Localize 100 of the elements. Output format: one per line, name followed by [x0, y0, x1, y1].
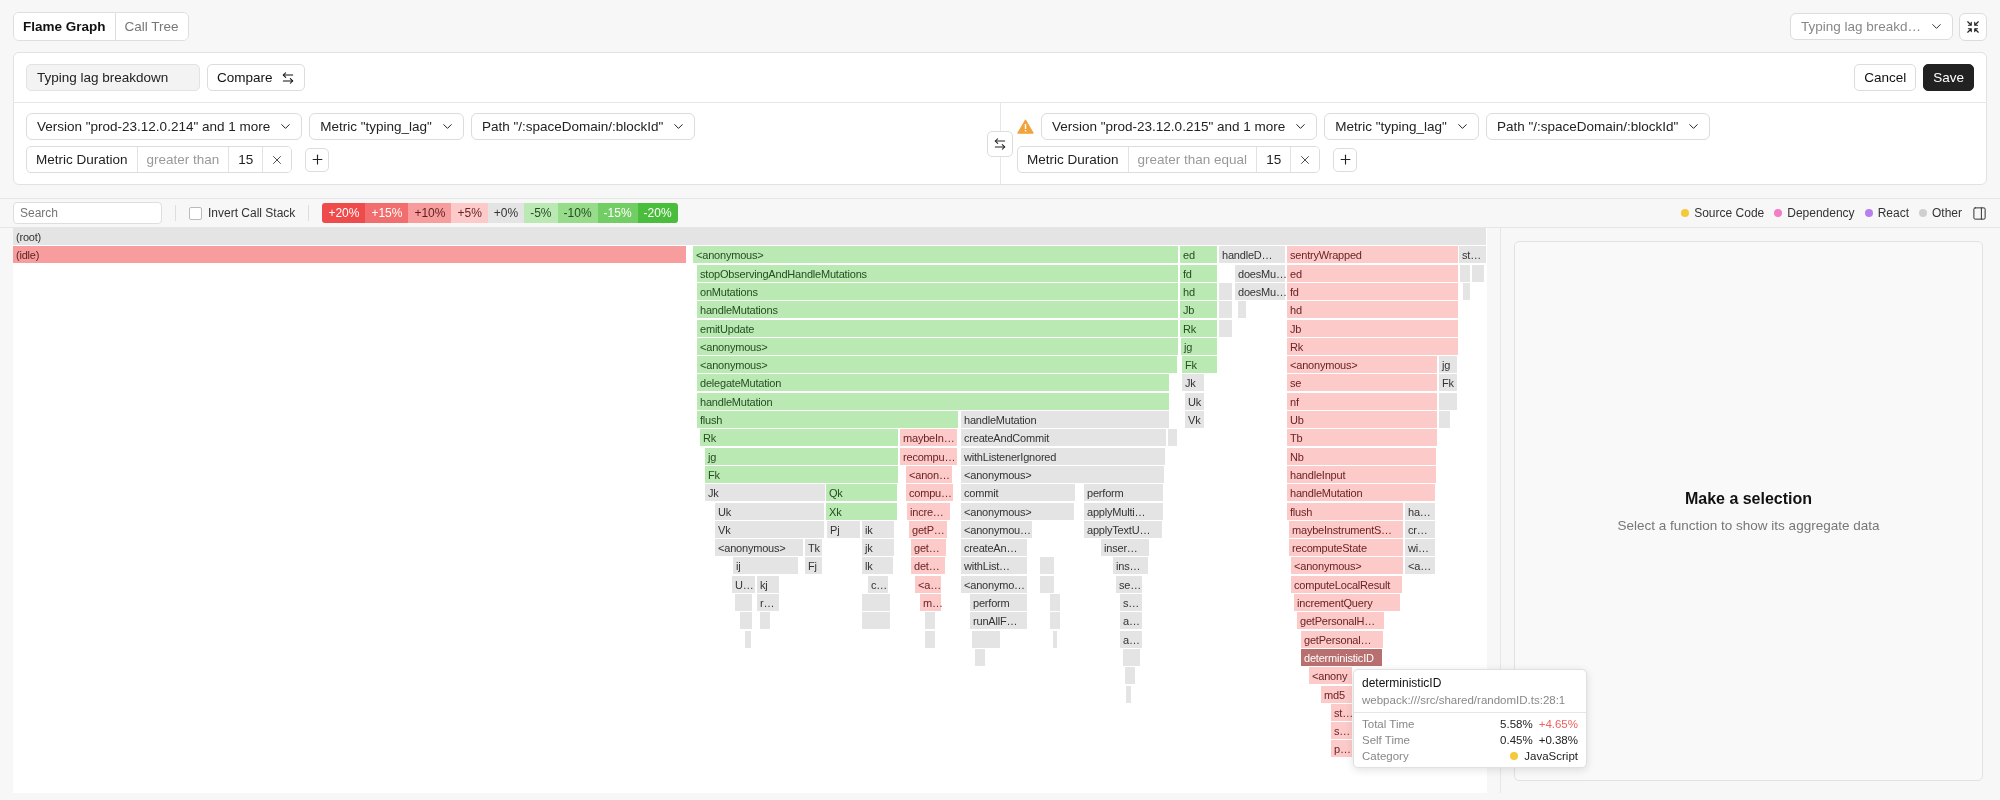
diff-scale-step[interactable]: -5% [524, 203, 558, 223]
flame-frame[interactable] [862, 594, 890, 611]
flame-frame[interactable]: se… [1116, 575, 1142, 593]
flame-frame[interactable]: <anonymous> [693, 246, 1178, 264]
flame-frame[interactable]: r… [757, 594, 779, 611]
flame-frame[interactable]: Jk [705, 484, 825, 502]
flame-frame[interactable]: U… [732, 575, 755, 593]
flame-frame[interactable]: hd [1287, 301, 1458, 319]
flame-frame[interactable]: getPersonalH… [1297, 612, 1384, 630]
flame-frame[interactable]: delegateMutation [697, 374, 1169, 392]
flame-frame[interactable]: recompu… [900, 447, 957, 465]
flame-frame[interactable]: <a… [1405, 557, 1435, 575]
flame-frame[interactable]: Qk [826, 484, 897, 502]
flame-frame[interactable]: compu… [906, 484, 953, 502]
view-tab[interactable]: Call Tree [114, 13, 188, 40]
flame-frame[interactable]: Pj [827, 520, 860, 538]
flame-frame[interactable]: Jb [1287, 319, 1458, 337]
flame-frame[interactable]: Tb [1287, 429, 1437, 447]
flame-frame[interactable]: st… [1459, 246, 1486, 264]
flame-frame[interactable]: c… [868, 575, 888, 593]
flame-frame[interactable] [975, 648, 985, 666]
flame-frame[interactable] [1125, 667, 1135, 685]
flame-frame[interactable]: sentryWrapped [1287, 246, 1458, 264]
flame-frame[interactable]: handleInput [1287, 465, 1436, 483]
flame-frame[interactable] [925, 630, 935, 648]
flame-frame[interactable]: commit [961, 484, 1075, 502]
flame-frame[interactable] [925, 612, 935, 630]
flame-frame[interactable]: <anonymous> [961, 502, 1074, 520]
swap-button[interactable] [987, 130, 1013, 157]
flame-frame[interactable]: Xk [826, 502, 897, 520]
flame-frame[interactable]: doesMu… [1235, 282, 1285, 300]
filter-dropdown[interactable]: Version "prod-23.12.0.215" and 1 more [1041, 113, 1318, 140]
diff-scale-step[interactable]: +10% [408, 203, 452, 223]
add-filter-button[interactable] [305, 147, 330, 172]
flame-frame[interactable] [1040, 557, 1054, 575]
flame-frame[interactable]: Jb [1180, 301, 1217, 319]
flame-frame[interactable]: wi… [1405, 539, 1435, 557]
flame-frame[interactable]: s… [1120, 594, 1142, 611]
flame-frame[interactable] [972, 630, 1000, 648]
saved-view-dropdown[interactable]: Typing lag breakd… [1789, 13, 1953, 40]
flame-frame[interactable]: ha… [1405, 502, 1435, 520]
flame-frame[interactable] [1219, 301, 1232, 319]
flame-frame[interactable]: deterministicID [1301, 648, 1382, 666]
flame-frame[interactable]: flush [697, 411, 958, 428]
flame-frame[interactable]: <anonymous> [1291, 557, 1403, 575]
flame-frame[interactable]: (idle) [13, 246, 686, 264]
flame-frame[interactable]: handleMutations [697, 301, 1178, 319]
save-button[interactable]: Save [1923, 64, 1974, 91]
flame-frame[interactable]: <anony [1309, 667, 1352, 685]
flame-frame[interactable]: lk [862, 557, 893, 575]
flame-frame[interactable]: <anonymous> [697, 356, 1177, 374]
flame-frame[interactable]: perform [1084, 484, 1163, 502]
flame-frame[interactable]: incrementQuery [1294, 594, 1400, 611]
flame-frame[interactable] [1050, 612, 1060, 630]
diff-scale-step[interactable]: +5% [451, 203, 488, 223]
flame-frame[interactable]: ik [862, 520, 894, 538]
flame-frame[interactable] [862, 612, 890, 630]
search-field[interactable]: Search [13, 202, 162, 224]
flame-frame[interactable]: computeLocalResult [1291, 575, 1402, 593]
flame-frame[interactable] [735, 594, 752, 611]
flame-frame[interactable]: <anonymous> [697, 337, 1178, 355]
flame-frame[interactable]: applyTextU… [1084, 520, 1162, 538]
flame-frame[interactable]: Fj [805, 557, 822, 575]
flame-frame[interactable]: <a… [915, 575, 941, 593]
flame-frame[interactable]: createAn… [961, 539, 1027, 557]
flame-frame[interactable]: hd [1180, 282, 1217, 300]
flame-frame[interactable]: perform [970, 594, 1027, 611]
flame-frame[interactable] [760, 612, 770, 630]
flame-frame[interactable]: Ub [1287, 411, 1437, 428]
flame-frame[interactable] [1219, 319, 1232, 337]
flame-frame[interactable]: ij [733, 557, 798, 575]
checkbox[interactable] [189, 206, 202, 220]
flame-frame[interactable]: Fk [1182, 356, 1217, 374]
filter-dropdown[interactable]: Metric "typing_lag" [309, 113, 464, 140]
flame-frame[interactable]: ins… [1113, 557, 1148, 575]
flame-frame[interactable]: handleMutation [697, 392, 1169, 410]
flame-frame[interactable]: fd [1180, 264, 1217, 282]
flame-frame[interactable]: a… [1120, 612, 1142, 630]
flame-frame[interactable]: se [1287, 374, 1437, 392]
flame-frame[interactable]: ed [1287, 264, 1458, 282]
flame-frame[interactable]: <anonymous> [961, 465, 1164, 483]
flame-frame[interactable]: <anonymou… [961, 520, 1032, 538]
flame-frame[interactable]: emitUpdate [697, 319, 1178, 337]
flame-frame[interactable] [1050, 594, 1060, 611]
flame-frame[interactable] [1472, 264, 1484, 282]
flame-frame[interactable] [1123, 648, 1140, 666]
flame-frame[interactable] [1219, 282, 1232, 300]
diff-scale-step[interactable]: +20% [322, 203, 366, 223]
compare-button[interactable]: Compare [207, 64, 305, 91]
flame-frame[interactable]: withList… [961, 557, 1027, 575]
flame-frame[interactable]: (root) [13, 228, 1486, 245]
flame-frame[interactable]: maybeInstrumentS… [1289, 520, 1403, 538]
flame-frame[interactable]: Nb [1287, 447, 1436, 465]
remove-button[interactable] [262, 147, 292, 172]
flame-frame[interactable]: get… [911, 539, 946, 557]
flame-frame[interactable]: kj [757, 575, 779, 593]
flame-frame[interactable]: jk [862, 539, 894, 557]
flame-frame[interactable]: m… [920, 594, 941, 611]
flame-frame[interactable]: det… [911, 557, 945, 575]
flame-frame[interactable] [1168, 429, 1177, 447]
